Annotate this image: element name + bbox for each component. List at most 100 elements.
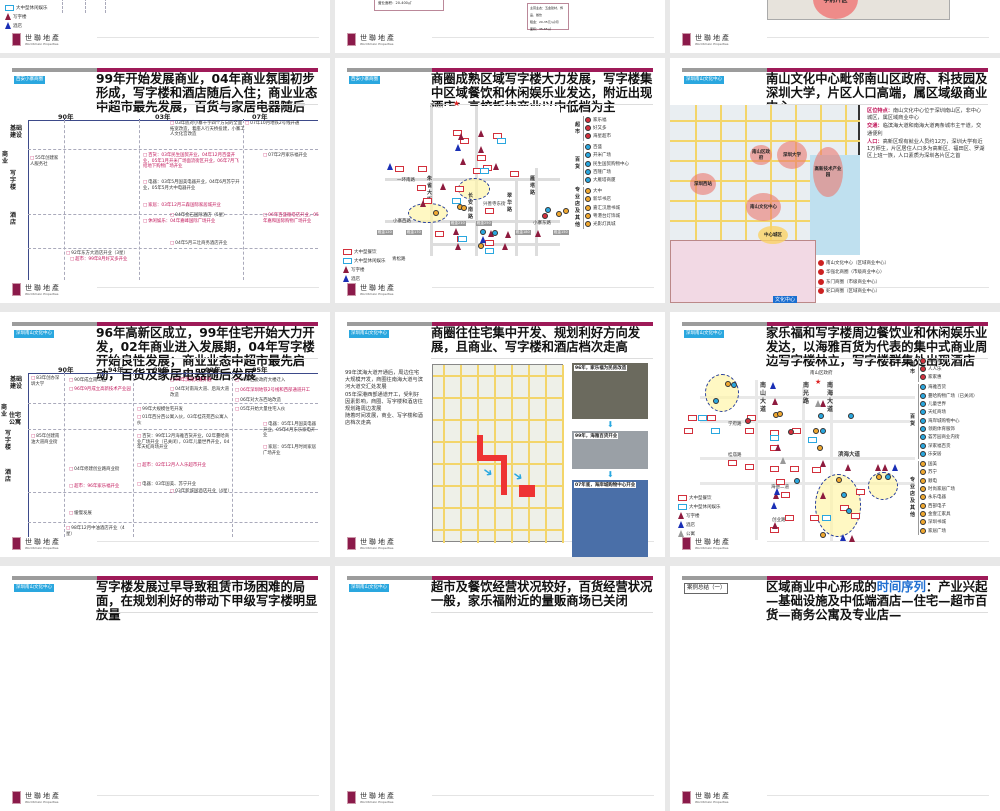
office-marker: [820, 492, 826, 499]
legend-item: 乐安居: [920, 450, 942, 457]
timeline-note: 电器：03年国美、苏宁开业: [137, 482, 232, 488]
store-marker: [713, 398, 719, 404]
legend-item-label: 大雁塔商厦: [593, 178, 616, 184]
slide-nanshan-development[interactable]: 深圳南山文化中心 商圈往住宅集中开发、规划利好方向发展，且商业、写字楼和酒店档次走…: [335, 312, 665, 557]
office-marker: [502, 243, 508, 250]
slide-operations[interactable]: 深圳南山文化中心 超市及餐饮经营状况较好，百货经营状况一般，家乐福附近的量贩商场已…: [335, 566, 665, 811]
road-label: 滨海大道: [838, 452, 861, 458]
legend-item-label: 粤港台灯饰城: [593, 213, 620, 219]
restaurant-marker: [707, 415, 716, 421]
legend-item-label: 乐安居: [928, 451, 942, 457]
development-map: ➜ ➜: [432, 364, 564, 543]
legend-item-label: 人人乐: [928, 366, 942, 372]
hotel-marker: [455, 144, 461, 151]
legend-item: 家居广场: [920, 527, 946, 534]
legend-item-label: 海岸城购物中心: [928, 418, 960, 424]
slide-legend-partial[interactable]: 大中型休闲娱乐 写字楼 酒店 世聯地產 WorldUnion Properties: [0, 0, 330, 53]
row-label-hotel: 酒店: [5, 469, 12, 483]
legend-item-label: 蔓哈购物广场（已关闭）: [928, 393, 978, 399]
slide-xian-timeline[interactable]: 基础建设 商业 写字楼 酒店 西安小寨商圈 99年开始发展商业，04年商业氛围初步…: [0, 58, 330, 303]
restaurant-marker: [455, 186, 464, 192]
map-bubble: 深圳大学: [777, 141, 807, 169]
legend-item-label: 好又多: [593, 125, 607, 131]
store-marker: [731, 382, 737, 388]
legend-category-2: 专业店及其他: [910, 476, 916, 518]
store-marker-icon: [920, 527, 926, 534]
legend-label: 酒店: [13, 23, 22, 29]
store-marker-icon: [585, 177, 591, 184]
legend-bracket: [918, 357, 919, 382]
store-marker-icon: [920, 357, 926, 364]
store-marker: [777, 411, 783, 417]
legend-category-1: 百货: [575, 157, 581, 171]
legend-item: 新华书店: [585, 196, 611, 203]
title-rule: [96, 104, 318, 105]
bullet-item: 人口：高新区现有就业人员约12万，深圳大学有近1万师生，片区居住人口多为高新区、…: [867, 139, 985, 161]
legend-item: 深家福百货: [920, 442, 951, 449]
restaurant-marker: [856, 489, 865, 495]
rent-price-tag: 租金250: [476, 221, 492, 226]
slide-title: 商圈往住宅集中开发、规划利好方向发展，且商业、写字楼和酒店档次走高: [431, 326, 641, 354]
restaurant-marker: [477, 155, 486, 161]
legend-type: 大中型餐饮: [343, 248, 377, 255]
slide-title: 99年开始发展商业，04年商业氛围初步形成，写字楼和酒店随后入住；商业业态中超市…: [96, 72, 318, 114]
legend-type: 大中型餐饮: [678, 494, 712, 501]
slide-nanshan-map[interactable]: 深圳南山文化中心 家乐福和写字楼周边餐饮业和休闲娱乐业发达，以海雅百货为代表的集中…: [670, 312, 1000, 557]
restaurant-marker: [790, 466, 799, 472]
entertainment-marker: [485, 248, 494, 254]
divider: [105, 0, 106, 13]
down-arrow-icon: ⬇: [607, 470, 614, 479]
store-marker-icon: [920, 401, 926, 407]
hotel-marker: [774, 488, 780, 495]
office-marker: [820, 460, 826, 467]
section-tag: 深圳南山文化中心: [349, 330, 389, 338]
slide-rent-info-partial[interactable]: 营业面积：20-400㎡ 主营业态：五金建材、饰品、餐饮 租金：20-35元/㎡…: [335, 0, 665, 53]
restaurant-marker: [785, 515, 794, 521]
slide-office-market[interactable]: 深圳南山文化中心 写字楼发展过早导致租赁市场困难的局面，在规划利好的带动下甲级写字…: [0, 566, 330, 811]
legend-item: 深圳书城: [920, 519, 946, 526]
section-tag: 深圳南山文化中心: [684, 330, 724, 338]
hotel-marker: [770, 382, 776, 389]
slide-nanshan-location[interactable]: 深圳南山文化中心 南山文化中心毗邻南山区政府、科技园及深圳大学，片区人口高端，属区…: [670, 58, 1000, 303]
restaurant-marker: [688, 415, 697, 421]
footer-rule: [97, 37, 319, 38]
legend-item-label: 家乐福: [593, 117, 607, 123]
map-road: [670, 140, 860, 142]
city-hall-star-icon: ★: [453, 99, 461, 108]
legend-item: 大中: [585, 187, 602, 194]
footer-rule: [432, 795, 654, 796]
section-tag: 西安小寨商圈: [349, 76, 380, 84]
restaurant-marker: [810, 515, 819, 521]
store-marker: [492, 230, 498, 236]
road-label: 学府路: [728, 422, 742, 427]
legend-type: 酒店: [678, 521, 695, 528]
divider: [62, 0, 63, 13]
restaurant-marker: [745, 428, 754, 434]
road-label: 小寨东路: [533, 221, 551, 226]
road-label: 南海大道: [827, 382, 834, 413]
slide-case-summary[interactable]: 案例总结（一） 世聯地產 WorldUnion Properties 区域商业中心形成…: [670, 566, 1000, 811]
grid-line: [133, 373, 134, 537]
year-label: 07年: [252, 113, 268, 121]
slide-nanshan-timeline[interactable]: 基础建设 住宅公寓 商业 写字楼 酒店 深圳南山文化中心 96年高新区成立，99年…: [0, 312, 330, 557]
legend-label: 南山文化中心（区域商业中心）: [826, 260, 889, 266]
road: [430, 243, 560, 246]
restaurant-marker: [684, 428, 693, 434]
header-bar-gray: [12, 68, 97, 72]
row-axis: [28, 120, 29, 280]
office-icon: [678, 512, 684, 519]
footer-rule: [767, 795, 989, 796]
logo-icon: [12, 33, 21, 46]
legend-item-label: 时尚家居广场: [928, 487, 955, 492]
legend-type: 写字楼: [343, 266, 365, 273]
slide-map-partial[interactable]: 学府片区 世聯地產 WorldUnion Properties: [670, 0, 1000, 53]
restaurant-marker: [510, 171, 519, 177]
slide-xian-map[interactable]: 西安小寨商圈 商圈成熟区域写字楼大力发展，写字楼集中区域餐饮和休闲娱乐业发达，附近…: [335, 58, 665, 303]
entertainment-marker: [497, 138, 506, 144]
map-bubble: 高新技术产业园: [813, 147, 843, 197]
timeline-note: 百货：03年民生国贸开业，04年12月百盛开业，05年1月开米广场面流街区开业，…: [143, 153, 241, 170]
legend-item-label: 海雅百货: [928, 385, 946, 391]
legend-item: 蔓哈购物广场（已关闭）: [920, 392, 978, 399]
office-marker: [535, 230, 541, 237]
row-label-office: 写字楼: [10, 170, 17, 191]
